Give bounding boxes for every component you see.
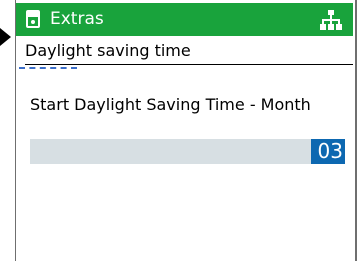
device-icon [26, 10, 40, 28]
parameter-label: Start Daylight Saving Time - Month [30, 95, 311, 114]
month-value[interactable]: 03 [311, 139, 345, 164]
page-title: Extras [50, 9, 104, 29]
tab-focus-indicator [19, 67, 77, 69]
tab-underline [25, 64, 353, 65]
month-value-field[interactable]: 03 [30, 139, 345, 164]
selection-pointer-icon [0, 28, 11, 46]
tab-daylight-saving-time[interactable]: Daylight saving time [25, 41, 191, 61]
network-tree-icon[interactable] [320, 9, 342, 31]
tab-bar: Daylight saving time [16, 39, 353, 69]
title-bar: Extras [16, 3, 353, 36]
